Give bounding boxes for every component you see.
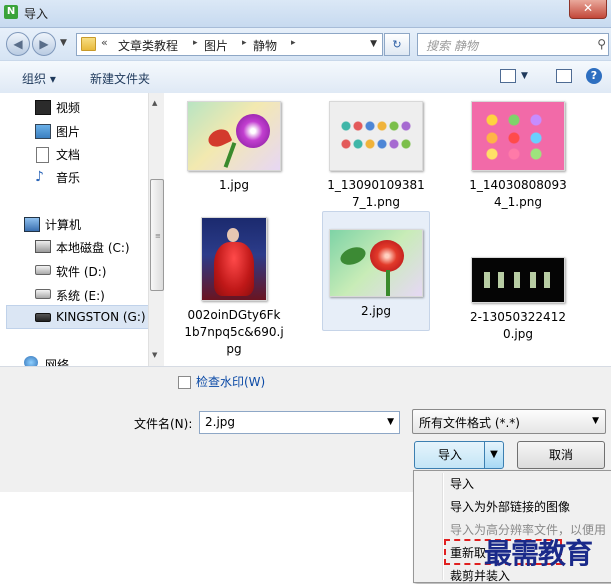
file-name: 1.jpg (218, 178, 250, 192)
file-list: 1.jpg 1_130901093817_1.png 1_14030808093… (164, 93, 611, 366)
chevron-down-icon: ▼ (490, 449, 498, 460)
filetype-select[interactable]: 所有文件格式 (*.*) ▼ (412, 409, 606, 434)
filetype-value: 所有文件格式 (*.*) (419, 416, 520, 430)
sidebar-item-videos[interactable]: 视频 (56, 99, 80, 116)
file-item[interactable]: 1.jpg (184, 101, 284, 194)
sidebar-item-drive-e[interactable]: 系统 (E:) (56, 287, 105, 304)
video-icon (35, 100, 51, 115)
file-thumbnail (471, 257, 565, 303)
import-button[interactable]: 导入 (414, 441, 486, 469)
search-input[interactable]: 搜索 静物 ⚲ (417, 33, 609, 56)
chevron-right-icon[interactable]: ▸ (291, 38, 296, 48)
scroll-down-icon[interactable]: ▼ (152, 351, 157, 359)
refresh-button[interactable]: ↻ (384, 33, 410, 56)
file-item[interactable]: 002oinDGty6Fk1b7npq5c&690.jpg (184, 217, 284, 358)
sidebar-item-drive-g[interactable]: KINGSTON (G:) (56, 310, 146, 324)
arrow-left-icon: ◀ (13, 37, 23, 51)
watermark-checkbox-label[interactable]: 检查水印(W) (196, 373, 265, 390)
refresh-icon: ↻ (392, 38, 402, 51)
navigation-pane: 视频 图片 文档 ♪ 音乐 计算机 本地磁盘 (C:) 软件 (D:) 系统 (… (0, 93, 148, 366)
command-toolbar: 组织 ▾ 新建文件夹 ▼ ? (0, 60, 611, 94)
file-item[interactable]: 1_130901093817_1.png (326, 101, 426, 211)
history-dropdown-icon[interactable]: ▼ (60, 38, 67, 48)
grip-icon: ≡ (155, 232, 161, 240)
filename-label: 文件名(N): (134, 417, 193, 431)
sidebar-item-drive-c[interactable]: 本地磁盘 (C:) (56, 239, 130, 256)
sidebar-item-music[interactable]: 音乐 (56, 169, 80, 186)
file-name: 1_140308080934_1.png (469, 178, 567, 209)
preview-pane-icon[interactable] (556, 69, 572, 83)
navigation-bar: ◀ ▶ ▼ « 文章类教程 ▸ 图片 ▸ 静物 ▸ ▼ ↻ 搜索 静物 ⚲ (0, 28, 611, 60)
sidebar-item-documents[interactable]: 文档 (56, 146, 80, 163)
sidebar-item-network[interactable]: 网络 (45, 356, 69, 366)
scroll-up-icon[interactable]: ▲ (152, 99, 157, 107)
chevron-right-icon[interactable]: ▸ (242, 38, 247, 48)
title-bar: N 导入 ✕ (0, 0, 611, 28)
new-folder-button[interactable]: 新建文件夹 (90, 70, 150, 87)
disk-icon (35, 240, 51, 253)
document-icon (36, 147, 49, 163)
window-title: 导入 (24, 7, 49, 21)
file-name: 2.jpg (360, 304, 392, 318)
image-icon (35, 124, 51, 139)
breadcrumb-item[interactable]: 静物 (253, 37, 277, 54)
file-name: 002oinDGty6Fk1b7npq5c&690.jpg (184, 308, 284, 356)
filename-value: 2.jpg (205, 415, 236, 429)
sidebar-item-drive-d[interactable]: 软件 (D:) (56, 263, 106, 280)
file-item[interactable]: 2.jpg (326, 229, 426, 320)
drive-icon (35, 265, 51, 275)
chevron-down-icon[interactable]: ▼ (521, 71, 528, 81)
organize-menu[interactable]: 组织 ▾ (22, 70, 56, 87)
file-item[interactable]: 1_140308080934_1.png (468, 101, 568, 211)
view-options-icon[interactable] (500, 69, 516, 83)
app-icon: N (4, 5, 18, 19)
close-button[interactable]: ✕ (569, 0, 607, 19)
drive-icon (35, 289, 51, 299)
folder-icon (81, 37, 96, 51)
breadcrumb-item[interactable]: 文章类教程 (118, 37, 178, 54)
back-button[interactable]: ◀ (6, 32, 30, 56)
chevron-right-icon[interactable]: ▸ (193, 38, 198, 48)
import-options-button[interactable]: ▼ (484, 441, 504, 469)
help-icon[interactable]: ? (586, 68, 602, 84)
computer-icon (24, 217, 40, 232)
music-icon: ♪ (35, 169, 44, 185)
filename-input[interactable]: 2.jpg ▼ (199, 411, 400, 434)
file-item[interactable]: 2-130503224120.jpg (468, 257, 568, 343)
menu-item-import[interactable]: 导入 (450, 475, 474, 492)
arrow-right-icon: ▶ (39, 37, 49, 51)
sidebar-item-computer[interactable]: 计算机 (45, 216, 81, 233)
file-thumbnail (471, 101, 565, 171)
menu-item-import-linked[interactable]: 导入为外部链接的图像 (450, 498, 570, 515)
scrollbar-thumb[interactable]: ≡ (150, 179, 164, 291)
chevron-down-icon: ▼ (592, 416, 599, 426)
watermark-logo: 最需教育 (484, 537, 593, 570)
file-thumbnail (329, 101, 423, 171)
file-thumbnail (201, 217, 267, 301)
sidebar-item-pictures[interactable]: 图片 (56, 123, 80, 140)
file-thumbnail (187, 101, 281, 171)
chevron-down-icon[interactable]: ▼ (387, 417, 394, 427)
forward-button[interactable]: ▶ (32, 32, 56, 56)
breadcrumb-overflow[interactable]: « (101, 36, 108, 49)
breadcrumb-item[interactable]: 图片 (204, 37, 228, 54)
usb-drive-icon (35, 313, 51, 322)
cancel-button[interactable]: 取消 (517, 441, 605, 469)
sidebar-scrollbar[interactable]: ▲ ≡ ▼ (148, 93, 164, 366)
file-name: 1_130901093817_1.png (327, 178, 425, 209)
network-icon (24, 356, 38, 366)
watermark-checkbox[interactable] (178, 376, 191, 389)
file-thumbnail (329, 229, 423, 297)
search-icon[interactable]: ⚲ (597, 37, 606, 51)
search-placeholder: 搜索 静物 (426, 39, 478, 53)
chevron-down-icon[interactable]: ▼ (370, 39, 377, 49)
file-name: 2-130503224120.jpg (470, 310, 566, 341)
address-bar[interactable]: « 文章类教程 ▸ 图片 ▸ 静物 ▸ ▼ (76, 33, 383, 56)
